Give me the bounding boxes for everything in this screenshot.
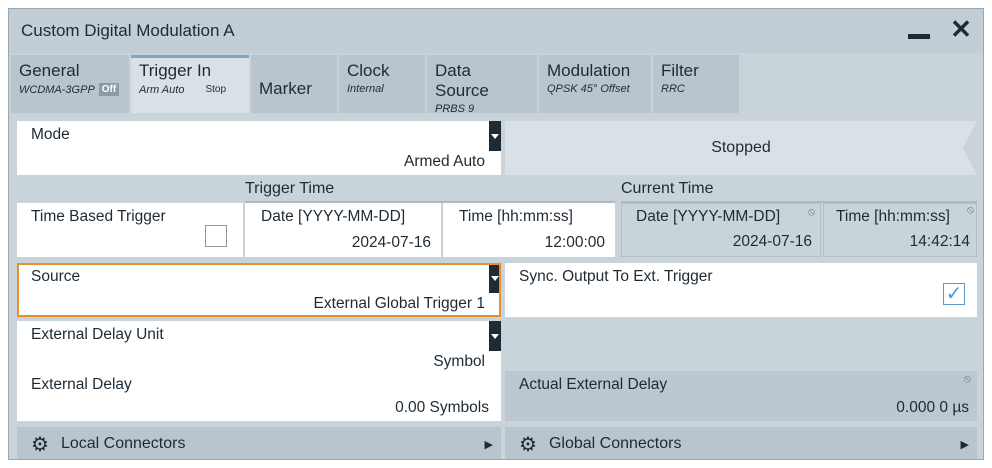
external-delay-field[interactable]: External Delay 0.00 Symbols [17, 371, 501, 421]
trigger-date-field[interactable]: Date [YYYY-MM-DD] 2024-07-16 [245, 203, 441, 257]
current-date-label: Date [YYYY-MM-DD] [636, 208, 781, 225]
chevron-down-icon[interactable] [489, 263, 501, 293]
actual-external-delay-field: Actual External Delay ⦸ 0.000 0 µs [505, 371, 977, 421]
tab-label: Modulation [547, 61, 631, 80]
readonly-icon: ⦸ [807, 206, 815, 218]
tab-label: Clock [347, 61, 390, 80]
tab-trigger-in[interactable]: Trigger In Arm Auto Stop [131, 55, 249, 113]
chevron-right-icon: ▶ [484, 438, 493, 451]
local-connectors-button[interactable]: ⚙ Local Connectors ▶ [17, 427, 501, 459]
external-delay-label: External Delay [31, 376, 132, 393]
minimize-icon[interactable] [905, 15, 933, 43]
trigger-time-label: Time [hh:mm:ss] [459, 208, 573, 225]
tab-modulation[interactable]: Modulation QPSK 45° Offset [539, 55, 651, 113]
global-connectors-button[interactable]: ⚙ Global Connectors ▶ [505, 427, 977, 459]
source-value: External Global Trigger 1 [313, 295, 485, 312]
current-date-value: 2024-07-16 [732, 233, 812, 250]
trigger-status-display: Stopped [505, 121, 977, 175]
chevron-down-icon[interactable] [489, 321, 501, 351]
chevron-down-icon[interactable] [489, 121, 501, 151]
tab-label: Data Source [435, 61, 489, 100]
tab-label: General [19, 61, 80, 80]
tab-bar-fill [741, 55, 983, 113]
tab-sub: Arm Auto [139, 83, 185, 96]
window-controls: ✕ [905, 15, 975, 43]
tab-data-source[interactable]: Data Source PRBS 9 [427, 55, 537, 115]
globe-gear-icon: ⚙ [519, 433, 537, 456]
external-delay-unit-value: Symbol [433, 353, 485, 370]
gear-icon: ⚙ [31, 433, 49, 456]
status-badge: Stop [205, 84, 227, 95]
mode-label: Mode [31, 126, 70, 143]
global-connectors-label: Global Connectors [548, 435, 682, 452]
local-connectors-label: Local Connectors [60, 435, 186, 452]
tab-label: Marker [259, 79, 312, 98]
trigger-date-label: Date [YYYY-MM-DD] [261, 208, 406, 225]
actual-external-delay-value: 0.000 0 µs [896, 399, 969, 416]
trigger-time-field[interactable]: Time [hh:mm:ss] 12:00:00 [443, 203, 615, 257]
sync-output-field[interactable]: Sync. Output To Ext. Trigger ✓ [505, 263, 977, 317]
tab-label: Filter [661, 61, 699, 80]
source-select[interactable]: Source External Global Trigger 1 [17, 263, 501, 317]
time-based-trigger-label: Time Based Trigger [31, 208, 166, 225]
chevron-right-icon: ▶ [960, 438, 969, 451]
actual-external-delay-label: Actual External Delay [519, 376, 668, 393]
window-title: Custom Digital Modulation A [21, 21, 235, 40]
sync-output-label: Sync. Output To Ext. Trigger [519, 268, 713, 285]
tab-filter[interactable]: Filter RRC [653, 55, 739, 113]
tab-sub: WCDMA-3GPP [19, 83, 95, 96]
time-based-trigger-field[interactable]: Time Based Trigger [17, 203, 243, 257]
current-time-header: Current Time [621, 180, 714, 197]
readonly-icon: ⦸ [966, 204, 974, 216]
tab-sub: QPSK 45° Offset [547, 83, 630, 95]
time-based-trigger-checkbox[interactable] [205, 225, 227, 247]
external-delay-unit-select[interactable]: External Delay Unit Symbol [17, 321, 501, 375]
title-bar: Custom Digital Modulation A ✕ [9, 9, 983, 53]
external-delay-unit-label: External Delay Unit [31, 326, 164, 343]
mode-select[interactable]: Mode Armed Auto [17, 121, 501, 175]
dialog-window: Custom Digital Modulation A ✕ General WC… [8, 8, 984, 460]
current-time-value: 14:42:14 [909, 233, 970, 250]
tab-bar: General WCDMA-3GPP Off Trigger In Arm Aut… [9, 55, 983, 115]
tab-marker[interactable]: Marker [251, 55, 337, 113]
tab-sub: Internal [347, 83, 384, 95]
mode-value: Armed Auto [404, 153, 485, 170]
trigger-in-panel: Mode Armed Auto Stopped Trigger Time Cur… [9, 115, 983, 459]
tab-clock[interactable]: Clock Internal [339, 55, 425, 113]
source-label: Source [31, 268, 81, 285]
tab-sub: RRC [661, 83, 685, 95]
sync-output-checkbox[interactable]: ✓ [943, 283, 965, 305]
current-date-field: Date [YYYY-MM-DD] ⦸ 2024-07-16 [621, 203, 821, 257]
current-time-field: Time [hh:mm:ss] ⦸ 14:42:14 [823, 203, 977, 257]
current-time-label: Time [hh:mm:ss] [836, 208, 950, 225]
trigger-time-header: Trigger Time [245, 180, 335, 197]
trigger-status-text: Stopped [711, 139, 771, 156]
external-delay-value: 0.00 Symbols [395, 399, 489, 416]
status-badge: Off [98, 83, 120, 96]
trigger-date-value: 2024-07-16 [351, 234, 431, 251]
close-icon[interactable]: ✕ [947, 15, 975, 43]
tab-label: Trigger In [139, 61, 212, 80]
tab-sub: PRBS 9 [435, 103, 475, 115]
tab-general[interactable]: General WCDMA-3GPP Off [11, 55, 129, 113]
trigger-time-value: 12:00:00 [544, 234, 605, 251]
readonly-icon: ⦸ [963, 373, 971, 385]
